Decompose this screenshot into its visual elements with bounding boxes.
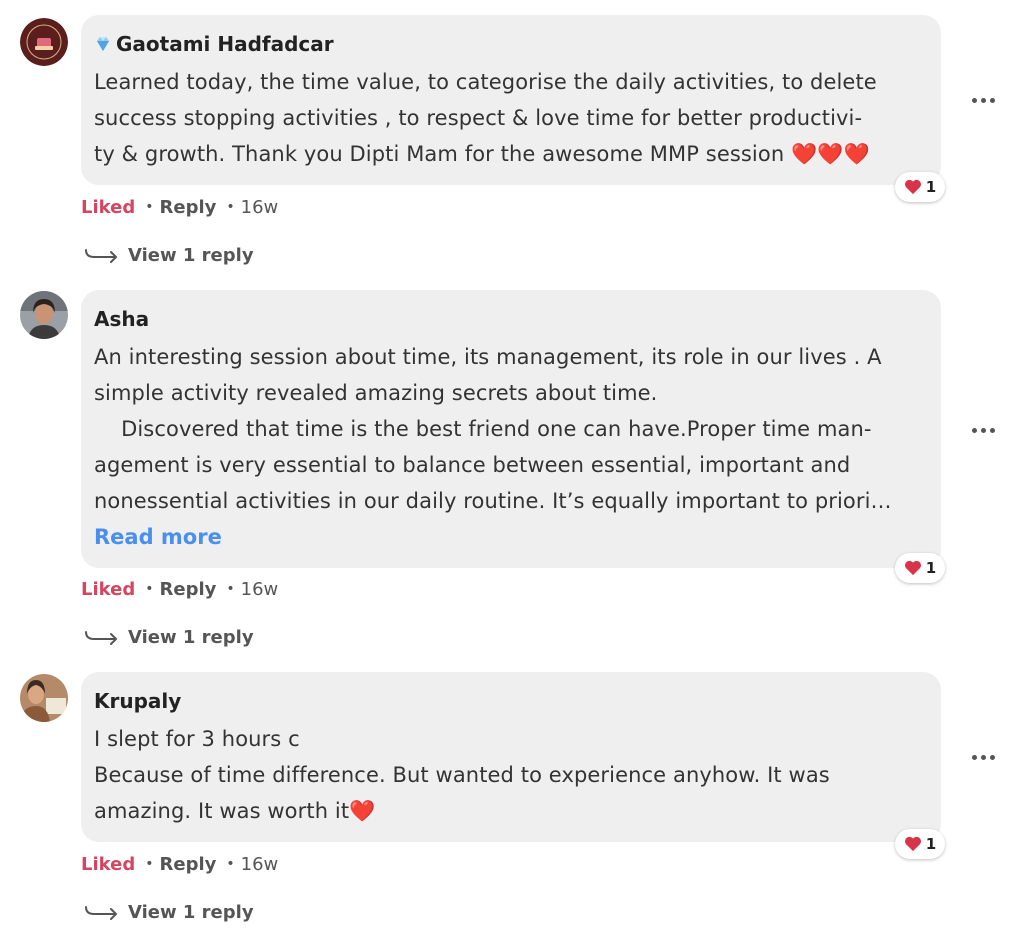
comment-bubble: Krupaly I slept for 3 hours c Because of… (81, 672, 945, 859)
avatar[interactable] (20, 18, 68, 66)
comment-text: I slept for 3 hours c Because of time di… (94, 721, 927, 829)
comment-line: I slept for 3 hours c (94, 727, 300, 751)
reaction-count: 1 (925, 559, 937, 577)
heart-icon (904, 179, 921, 195)
comment-author[interactable]: Gaotami Hadfadcar (116, 29, 334, 59)
comment-bubble: Asha An interesting session about time, … (81, 290, 945, 583)
comment-time: 16w (240, 196, 279, 218)
more-options-icon[interactable] (968, 90, 998, 110)
diamond-icon (97, 37, 109, 51)
comment-author[interactable]: Krupaly (94, 686, 181, 716)
comment-text: An interesting session about time, its m… (94, 339, 927, 519)
comment-line: simple activity revealed amazing secrets… (94, 381, 658, 405)
comment-actions: Liked • Reply • 16w (81, 853, 279, 875)
reaction-badge[interactable]: 1 (895, 172, 945, 202)
heart-icon (904, 836, 921, 852)
reply-arrow-icon (85, 906, 117, 920)
comment-line: An interesting session about time, its m… (94, 345, 882, 369)
liked-button[interactable]: Liked (81, 854, 135, 875)
reply-button[interactable]: Reply (160, 579, 217, 600)
comment-author[interactable]: Asha (94, 304, 149, 334)
comment-actions: Liked • Reply • 16w (81, 578, 279, 600)
comment-time: 16w (240, 578, 279, 600)
comment-line: amazing. It was worth it❤️ (94, 799, 376, 823)
avatar[interactable] (20, 291, 68, 339)
read-more-link[interactable]: Read more (94, 519, 927, 555)
comment-line: success stopping activities , to respect… (94, 106, 863, 130)
view-replies-label: View 1 reply (128, 626, 254, 648)
reaction-count: 1 (925, 835, 937, 853)
comment-time: 16w (240, 853, 279, 875)
view-replies-link[interactable]: View 1 reply (84, 900, 254, 924)
comment-text: Learned today, the time value, to catego… (94, 64, 927, 172)
view-replies-link[interactable]: View 1 reply (84, 243, 254, 267)
liked-button[interactable]: Liked (81, 197, 135, 218)
comment-line: nonessential activities in our daily rou… (94, 489, 892, 513)
reply-arrow-icon (85, 249, 117, 263)
heart-icon (904, 560, 921, 576)
comment-actions: Liked • Reply • 16w (81, 196, 279, 218)
avatar[interactable] (20, 674, 68, 722)
reaction-badge[interactable]: 1 (895, 829, 945, 859)
reply-button[interactable]: Reply (160, 197, 217, 218)
reaction-count: 1 (925, 178, 937, 196)
more-options-icon[interactable] (968, 747, 998, 767)
liked-button[interactable]: Liked (81, 579, 135, 600)
comment-line: ty & growth. Thank you Dipti Mam for the… (94, 142, 870, 166)
view-replies-link[interactable]: View 1 reply (84, 625, 254, 649)
comment-line: Learned today, the time value, to catego… (94, 70, 877, 94)
more-options-icon[interactable] (968, 420, 998, 440)
reply-button[interactable]: Reply (160, 854, 217, 875)
reaction-badge[interactable]: 1 (895, 553, 945, 583)
reply-arrow-icon (85, 631, 117, 645)
comment-line: agement is very essential to balance bet… (94, 453, 851, 477)
view-replies-label: View 1 reply (128, 901, 254, 923)
comment-line: Discovered that time is the best friend … (94, 417, 872, 441)
comment-line: Because of time difference. But wanted t… (94, 763, 830, 787)
comment-bubble: Gaotami Hadfadcar Learned today, the tim… (81, 15, 945, 202)
view-replies-label: View 1 reply (128, 244, 254, 266)
